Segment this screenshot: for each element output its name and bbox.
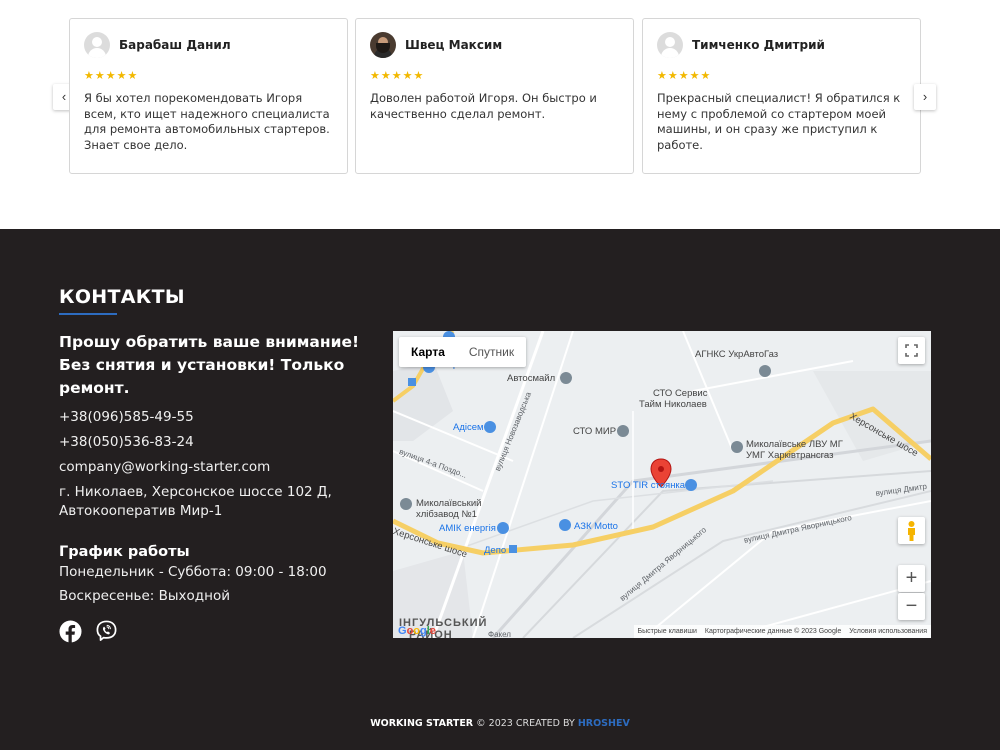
map-label: Депо: [484, 545, 507, 556]
google-logo: Google: [398, 625, 436, 637]
terms-link[interactable]: Условия использования: [849, 625, 927, 638]
map-label: STO TIR стоянка: [611, 480, 686, 491]
review-text: Доволен работой Игоря. Он быстро и качес…: [370, 91, 597, 121]
review-text: Прекрасный специалист! Я обратился к нем…: [657, 91, 901, 152]
user-photo: [370, 32, 396, 58]
street-view-button[interactable]: [898, 517, 925, 544]
map-attribution: Быстрые клавиши Картографические данные …: [633, 625, 931, 638]
address-line-2: Автокооператив Мир-1: [59, 503, 223, 519]
google-map[interactable]: "Автомир" АГНКС УкрАвтоГаз Автосмайл СТО…: [393, 331, 931, 638]
viber-icon[interactable]: [95, 620, 119, 644]
zoom-in-button[interactable]: +: [898, 565, 925, 592]
phone-link-2[interactable]: +38(050)536-83-24: [59, 434, 194, 450]
zoom-out-button[interactable]: −: [898, 593, 925, 620]
pegman-icon: [908, 521, 915, 541]
rating-stars: ★★★★★: [657, 70, 712, 82]
copyright-brand: WORKING STARTER: [370, 718, 474, 729]
schedule-weekdays: Понедельник - Суббота: 09:00 - 18:00: [59, 564, 327, 580]
carousel-next-button[interactable]: ›: [914, 84, 936, 110]
author-link[interactable]: HROSHEV: [578, 718, 630, 729]
tab-satellite[interactable]: Спутник: [457, 337, 526, 367]
keyboard-shortcuts-link[interactable]: Быстрые клавиши: [638, 625, 697, 638]
review-card: Швец Максим ★★★★★ Доволен работой Игоря.…: [355, 18, 634, 174]
rating-stars: ★★★★★: [370, 70, 425, 82]
map-label: АГНКС УкрАвтоГаз: [695, 349, 779, 360]
phone-link-1[interactable]: +38(096)585-49-55: [59, 409, 194, 425]
default-avatar-icon: [84, 32, 110, 58]
schedule-sunday: Воскресенье: Выходной: [59, 588, 230, 604]
fullscreen-button[interactable]: [898, 337, 925, 364]
review-card: Тимченко Дмитрий ★★★★★ Прекрасный специа…: [642, 18, 921, 174]
map-label: АМІК енергія: [439, 523, 496, 534]
rating-stars: ★★★★★: [84, 70, 139, 82]
reviewer-name: Тимченко Дмитрий: [692, 38, 825, 52]
reviewer-name: Швец Максим: [405, 38, 503, 52]
facebook-icon[interactable]: [59, 620, 83, 644]
copyright: WORKING STARTER © 2023 CREATED BY HROSHE…: [0, 718, 1000, 729]
reviewer-name: Барабаш Данил: [119, 38, 231, 52]
map-label: Миколаївський: [416, 498, 482, 509]
map-data-credit: Картографические данные © 2023 Google: [704, 628, 842, 635]
default-avatar-icon: [657, 32, 683, 58]
address-line-1: г. Николаев, Херсонское шоссе 102 Д,: [59, 484, 332, 500]
review-card: Барабаш Данил ★★★★★ Я бы хотел порекомен…: [69, 18, 348, 174]
map-label: хлібзавод №1: [416, 509, 477, 520]
footer: КОНТАКТЫ Прошу обратить ваше внимание! Б…: [0, 229, 1000, 750]
email-link[interactable]: company@working-starter.com: [59, 459, 270, 475]
map-label: АЗК Motto: [574, 521, 618, 532]
map-label: СТО МИР: [573, 426, 617, 437]
copyright-text: © 2023 CREATED BY: [473, 718, 578, 729]
reviews-section: ‹ Барабаш Данил ★★★★★ Я бы хотел пореком…: [0, 0, 1000, 229]
title-underline: [59, 313, 117, 315]
schedule-title: График работы: [59, 544, 190, 560]
map-label: СТО Сервис: [653, 388, 708, 399]
fullscreen-icon: [905, 344, 918, 357]
map-label: Автосмайл: [507, 373, 556, 384]
tab-map[interactable]: Карта: [399, 337, 457, 367]
map-label: УМГ Харківтрансгаз: [746, 450, 834, 461]
contacts-title: КОНТАКТЫ: [59, 286, 185, 308]
map-label: Миколаївське ЛВУ МГ: [746, 439, 843, 450]
map-label: Адісем: [453, 422, 484, 433]
notice-text: Прошу обратить ваше внимание! Без снятия…: [59, 333, 360, 397]
map-type-toggle: Карта Спутник: [399, 337, 527, 367]
map-label: Факел: [488, 630, 511, 638]
review-text: Я бы хотел порекомендовать Игоря всем, к…: [84, 91, 330, 152]
map-label: Тайм Николаев: [639, 399, 707, 410]
